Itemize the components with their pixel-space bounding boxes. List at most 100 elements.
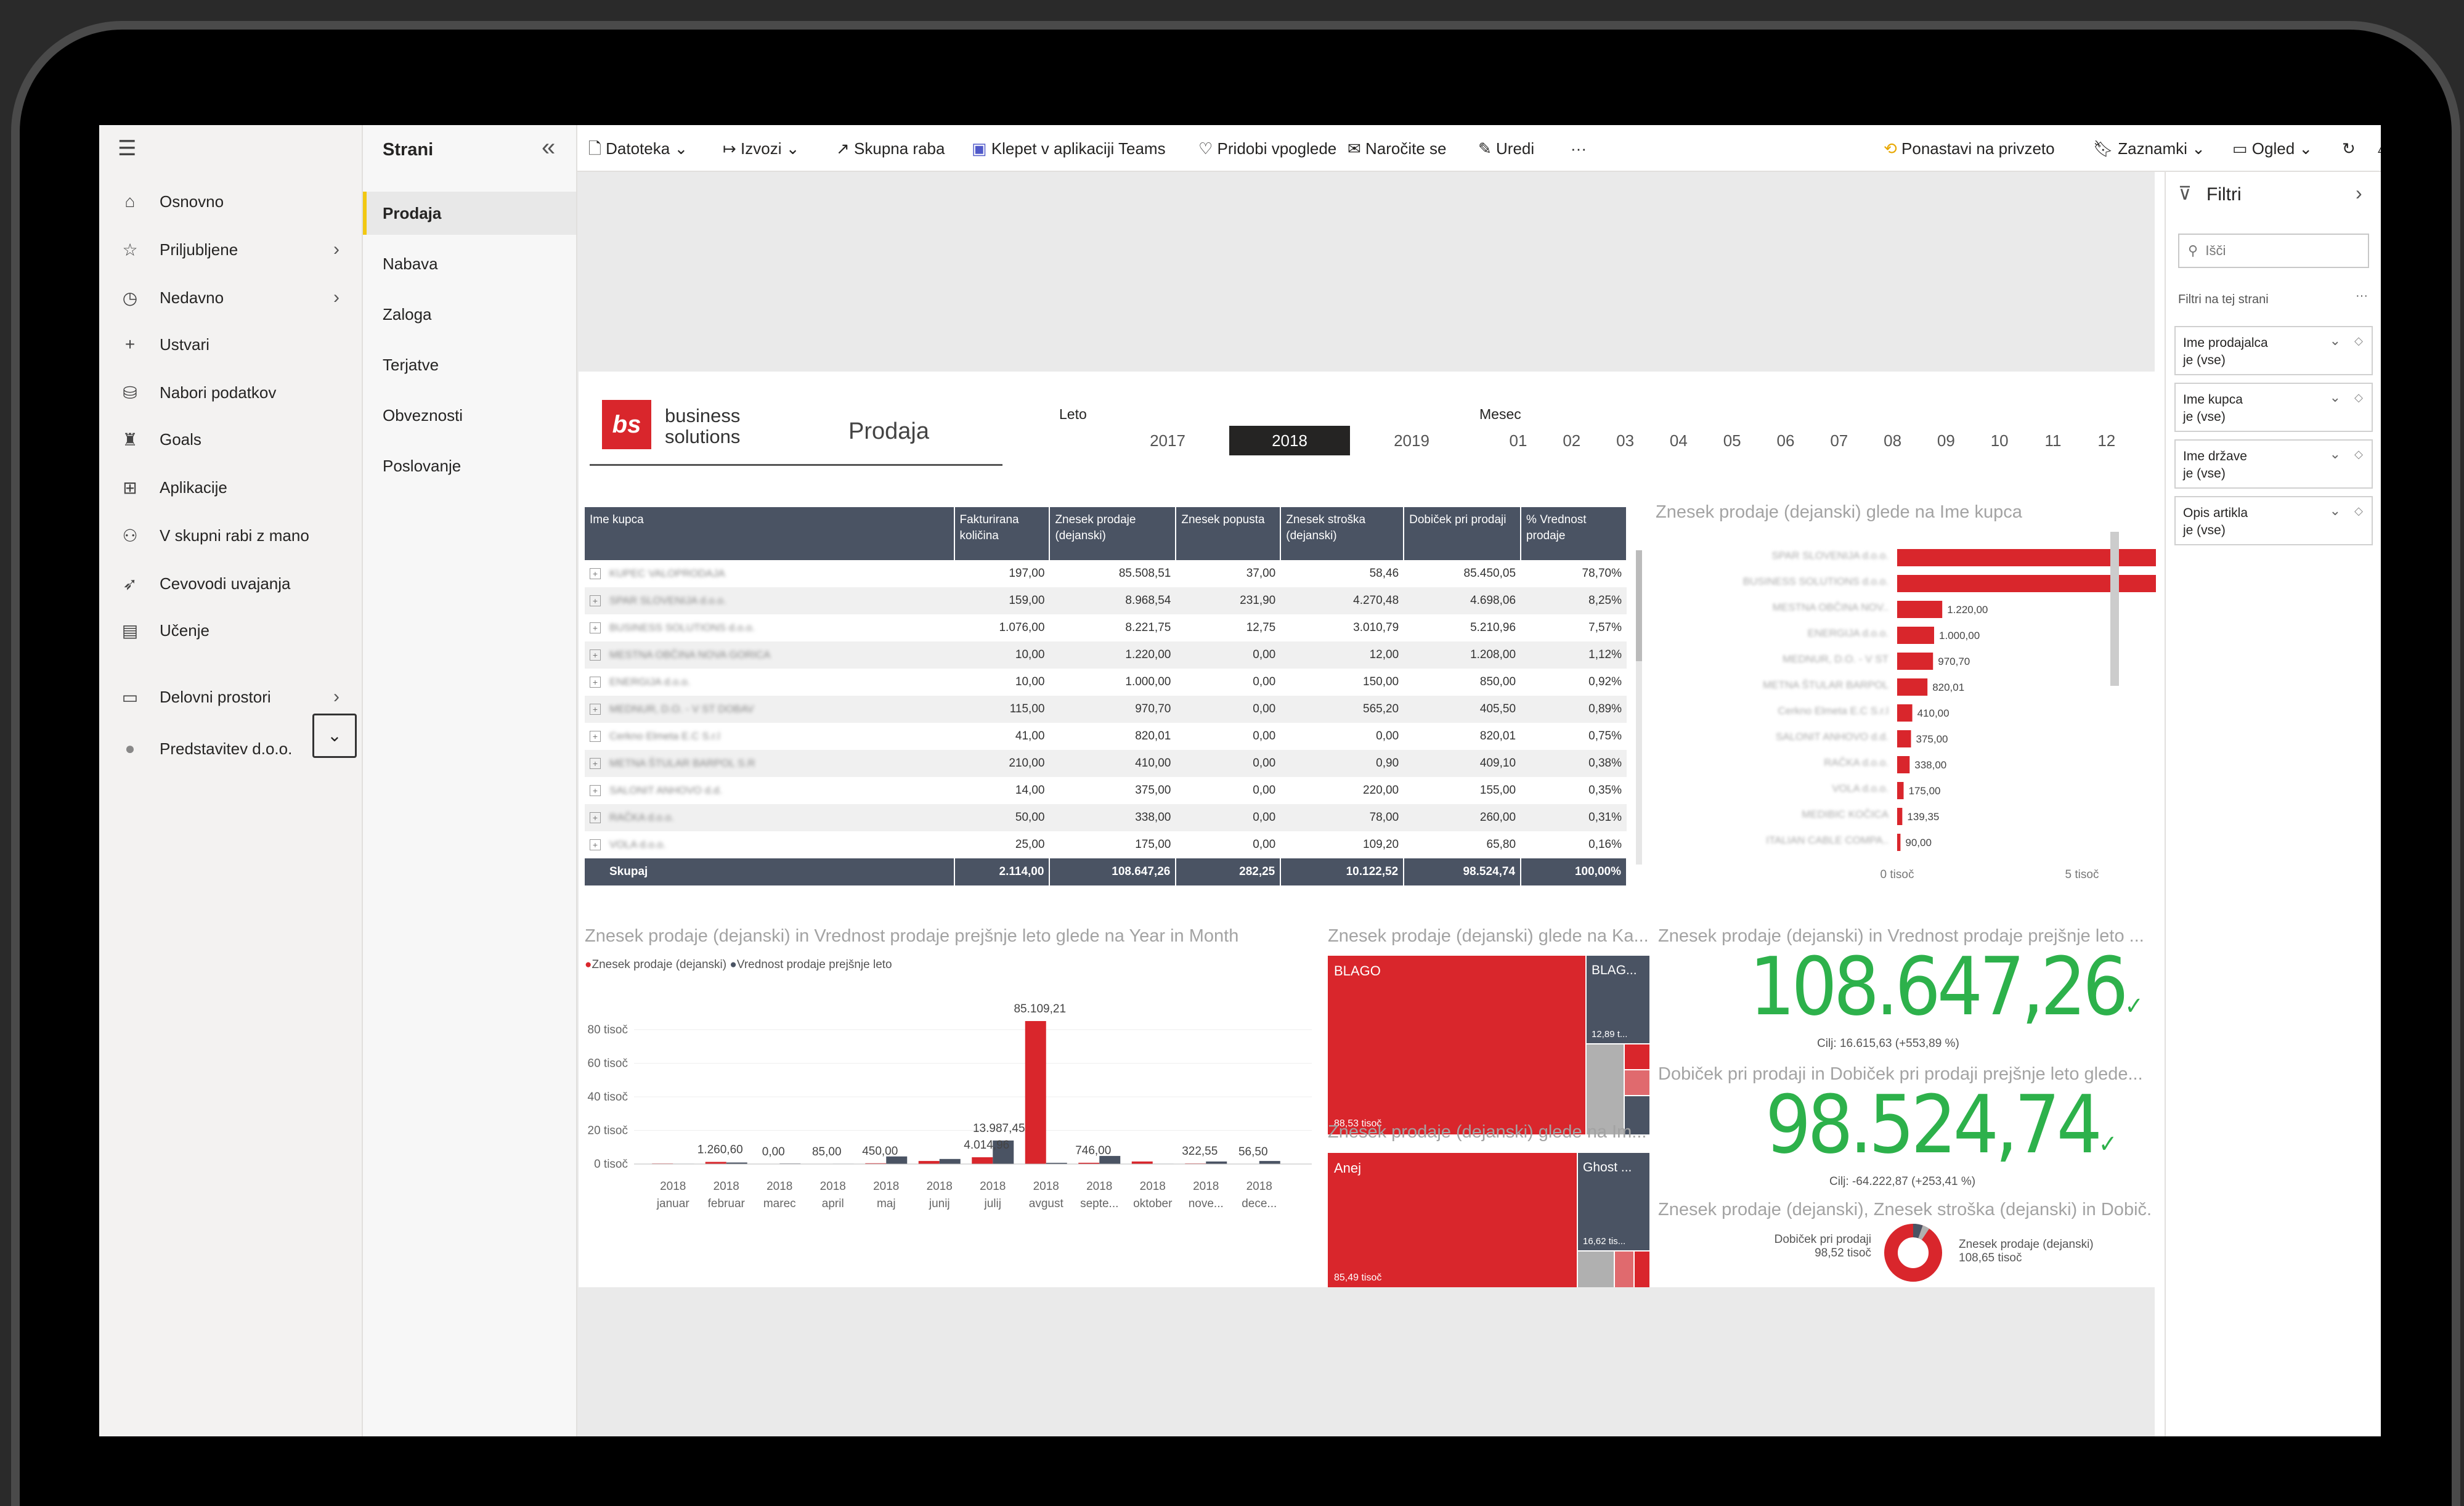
chevron-down-icon[interactable]: ⌄	[2330, 502, 2341, 519]
eraser-icon[interactable]: ◇	[2354, 502, 2363, 519]
barh-bar[interactable]	[1897, 704, 1913, 722]
page-tab-5[interactable]: Poslovanje	[363, 444, 576, 487]
nav-item-9[interactable]: ▤ Učenje	[118, 612, 209, 649]
barh-bar[interactable]	[1897, 653, 1933, 670]
treemap1-cell[interactable]	[1625, 1070, 1649, 1095]
expand-row-icon[interactable]: +	[590, 677, 601, 688]
nav-item-7[interactable]: ⚇ V skupni rabi z mano	[118, 517, 309, 554]
table-scrollbar[interactable]	[1636, 550, 1642, 865]
treemap2-ghost[interactable]: Ghost ... 16,62 tis...	[1578, 1153, 1649, 1250]
month-option-04[interactable]: 04	[1657, 426, 1700, 455]
workspace-expand-button[interactable]: ⌄	[312, 714, 357, 758]
view-menu[interactable]: ▭ Ogled ⌄	[2232, 136, 2312, 161]
treemap1-cell[interactable]	[1587, 1044, 1624, 1134]
table-row[interactable]: + MESTNA OBČINA NOVA GORICA 10,00 1.220,00 0…	[585, 641, 1627, 669]
month-option-11[interactable]: 11	[2031, 426, 2075, 455]
expand-row-icon[interactable]: +	[590, 812, 601, 823]
filters-search-input[interactable]: ⚲ Išči	[2178, 234, 2369, 268]
barh-scrollbar[interactable]	[2110, 532, 2119, 686]
nav-item-5[interactable]: ♜ Goals	[118, 421, 201, 458]
month-option-12[interactable]: 12	[2085, 426, 2128, 455]
year-option-2019[interactable]: 2019	[1351, 426, 1472, 455]
chevron-down-icon[interactable]: ⌄	[2330, 389, 2341, 406]
nav-item-6[interactable]: ⊞ Aplikacije	[118, 469, 227, 506]
table-row[interactable]: + BUSINESS SOLUTIONS d.o.o. 1.076,00 8.221,…	[585, 614, 1627, 641]
table-row[interactable]: + METNA ŠTULAR BARPOL S.R 210,00 410,00 0,00…	[585, 750, 1627, 777]
table-header-cell[interactable]: Dobiček pri prodaji	[1404, 507, 1522, 560]
year-option-2017[interactable]: 2017	[1107, 426, 1228, 455]
month-option-09[interactable]: 09	[1924, 426, 1967, 455]
page-tab-4[interactable]: Obveznosti	[363, 394, 576, 437]
expand-row-icon[interactable]: +	[590, 785, 601, 796]
expand-row-icon[interactable]: +	[590, 839, 601, 850]
refresh-icon[interactable]: ↻	[2342, 136, 2356, 161]
table-row[interactable]: + VOLA d.o.o. 25,00 175,00 0,00 109,20 65,80 0,…	[585, 831, 1627, 858]
page-tab-3[interactable]: Terjatve	[363, 343, 576, 386]
barh-bar[interactable]	[1897, 730, 1911, 747]
table-row[interactable]: + Cerkno Elmeta E.C S.r.l 41,00 820,01 0,00 0…	[585, 723, 1627, 750]
table-header-cell[interactable]: Znesek prodaje (dejanski)	[1049, 507, 1177, 560]
filter-card-1[interactable]: Ime kupca je (vse) ⌄ ◇	[2174, 383, 2373, 432]
barh-bar[interactable]	[1897, 756, 1910, 773]
expand-row-icon[interactable]: +	[590, 704, 601, 715]
expand-row-icon[interactable]: +	[590, 595, 601, 606]
expand-row-icon[interactable]: +	[590, 622, 601, 633]
expand-row-icon[interactable]: +	[590, 758, 601, 769]
col-bar-actual[interactable]	[1025, 1020, 1046, 1164]
nav-item-11[interactable]: ● Predstavitev d.o.o.	[118, 730, 293, 767]
filter-card-3[interactable]: Opis artikla je (vse) ⌄ ◇	[2174, 496, 2373, 545]
treemap1-blag2[interactable]: BLAG... 12,89 t...	[1587, 956, 1649, 1043]
page-tab-1[interactable]: Nabava	[363, 242, 576, 285]
nav-item-4[interactable]: ⛁ Nabori podatkov	[118, 374, 276, 411]
col-bar-actual[interactable]	[1131, 1161, 1153, 1164]
col-bar-actual[interactable]	[705, 1162, 726, 1164]
col-bar-actual[interactable]	[972, 1157, 993, 1164]
share-button[interactable]: ↗ Skupna raba	[836, 136, 945, 161]
table-header-cell[interactable]: Znesek popusta	[1176, 507, 1282, 560]
page-tab-2[interactable]: Zaloga	[363, 293, 576, 336]
year-option-2018[interactable]: 2018	[1229, 426, 1350, 455]
insights-button[interactable]: ♡ Pridobi vpoglede	[1198, 136, 1336, 161]
barh-bar[interactable]	[1897, 601, 1943, 618]
eraser-icon[interactable]: ◇	[2354, 446, 2363, 463]
month-option-02[interactable]: 02	[1550, 426, 1593, 455]
treemap2-cell[interactable]	[1578, 1252, 1614, 1287]
nav-item-10[interactable]: ▭ Delovni prostori ›	[118, 678, 340, 715]
table-row[interactable]: + MEDNUR, D.O. - V ST DOBAV 115,00 970,70 0,…	[585, 696, 1627, 723]
hamburger-icon[interactable]: ☰	[118, 136, 136, 161]
expand-row-icon[interactable]: +	[590, 568, 601, 579]
month-option-07[interactable]: 07	[1818, 426, 1861, 455]
reset-default-button[interactable]: ⟲ Ponastavi na privzeto	[1884, 136, 2055, 161]
export-menu[interactable]: ↦ Izvozi ⌄	[723, 136, 800, 161]
page-tab-0[interactable]: Prodaja	[363, 192, 576, 235]
subscribe-button[interactable]: ✉ Naročite se	[1348, 136, 1447, 161]
nav-item-3[interactable]: + Ustvari	[118, 326, 209, 363]
table-row[interactable]: + SALONIT ANHOVO d.d. 14,00 375,00 0,00 220,0…	[585, 777, 1627, 804]
month-option-10[interactable]: 10	[1978, 426, 2021, 455]
filter-card-0[interactable]: Ime prodajalca je (vse) ⌄ ◇	[2174, 326, 2373, 375]
table-header-cell[interactable]: Fakturirana količina	[954, 507, 1051, 560]
barh-bar[interactable]	[1897, 678, 1928, 696]
nav-item-2[interactable]: ◷ Nedavno ›	[118, 279, 340, 316]
treemap2-cell[interactable]	[1635, 1252, 1649, 1287]
more-options-icon[interactable]: ···	[1571, 136, 1587, 161]
filter-card-2[interactable]: Ime države je (vse) ⌄ ◇	[2174, 439, 2373, 489]
month-option-03[interactable]: 03	[1604, 426, 1647, 455]
nav-item-8[interactable]: ➶ Cevovodi uvajanja	[118, 565, 290, 602]
col-bar-prev[interactable]	[1206, 1161, 1227, 1164]
month-option-08[interactable]: 08	[1871, 426, 1914, 455]
col-bar-actual[interactable]	[918, 1161, 940, 1164]
comment-icon[interactable]: ▱	[2378, 136, 2381, 161]
edit-button[interactable]: ✎ Uredi	[1478, 136, 1534, 161]
collapse-pages-icon[interactable]: «	[542, 134, 555, 161]
chevron-down-icon[interactable]: ⌄	[2330, 446, 2341, 463]
nav-item-1[interactable]: ☆ Priljubljene ›	[118, 231, 340, 268]
table-row[interactable]: + RAČKA d.o.o. 50,00 338,00 0,00 78,00 260,00 0…	[585, 804, 1627, 831]
bookmarks-menu[interactable]: 🔖︎ Zaznamki ⌄	[2093, 136, 2205, 161]
barh-bar[interactable]	[1897, 808, 1903, 825]
month-option-06[interactable]: 06	[1764, 426, 1807, 455]
treemap2-cell[interactable]	[1615, 1252, 1633, 1287]
collapse-filters-icon[interactable]: ›	[2356, 182, 2362, 205]
barh-bar[interactable]	[1897, 782, 1904, 799]
col-bar-prev[interactable]	[1259, 1161, 1280, 1164]
